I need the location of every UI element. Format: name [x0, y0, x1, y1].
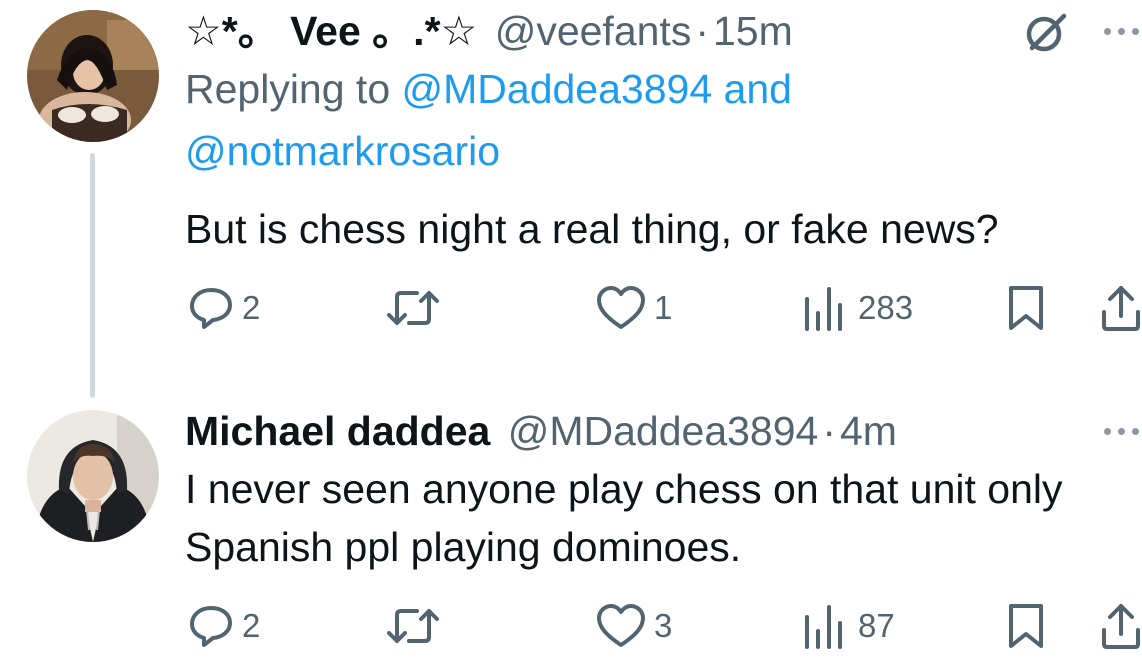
- views-count: 283: [858, 289, 914, 326]
- share-button[interactable]: [1100, 283, 1142, 333]
- views-icon: [805, 287, 842, 331]
- like-icon: [597, 604, 645, 647]
- reply-count: 2: [242, 289, 261, 326]
- views-icon: [805, 605, 842, 649]
- grok-icon[interactable]: [1020, 12, 1072, 52]
- like-count: 1: [654, 289, 673, 326]
- tweet-vee[interactable]: ☆*。 Vee 。.*☆ @veefants·15m Replying to @…: [0, 0, 1142, 400]
- thread-connector-line: [90, 153, 95, 398]
- avatar-michael-image: [27, 410, 159, 542]
- avatar-michael[interactable]: [27, 410, 159, 542]
- like-button[interactable]: 1: [596, 283, 672, 333]
- bookmark-button[interactable]: [1006, 601, 1046, 651]
- share-button[interactable]: [1100, 601, 1142, 651]
- reply-icon: [190, 606, 232, 647]
- replying-to-prefix: Replying to: [185, 66, 402, 112]
- mention-mdaddea[interactable]: @MDaddea3894: [402, 66, 713, 112]
- replying-to-and: and: [712, 66, 792, 112]
- like-button[interactable]: 3: [596, 601, 672, 651]
- share-icon: [1102, 604, 1140, 649]
- avatar-vee[interactable]: [27, 10, 159, 142]
- views-count: 87: [858, 607, 895, 644]
- retweet-button[interactable]: [385, 601, 449, 651]
- retweet-icon: [387, 291, 439, 325]
- retweet-button[interactable]: [385, 283, 449, 333]
- handle[interactable]: @MDaddea3894: [508, 408, 819, 454]
- more-icon[interactable]: [1102, 26, 1142, 38]
- tweet-header: Michael daddea @MDaddea3894·4m: [185, 406, 897, 456]
- timestamp[interactable]: 4m: [840, 408, 897, 454]
- timestamp[interactable]: 15m: [713, 8, 793, 54]
- action-bar: 2 3 87: [0, 601, 1142, 651]
- reply-icon: [190, 288, 232, 329]
- display-name[interactable]: Michael daddea: [185, 408, 490, 454]
- share-icon: [1102, 286, 1140, 331]
- reply-count: 2: [242, 607, 261, 644]
- separator: ·: [695, 8, 709, 54]
- retweet-icon: [387, 609, 439, 643]
- views-button[interactable]: 87: [802, 601, 895, 651]
- like-count: 3: [654, 607, 673, 644]
- action-bar: 2 1 283: [0, 283, 1142, 333]
- bookmark-icon: [1009, 286, 1043, 330]
- reply-button[interactable]: 2: [188, 601, 260, 651]
- bookmark-icon: [1009, 604, 1043, 648]
- reply-button[interactable]: 2: [188, 283, 260, 333]
- tweet-header: ☆*。 Vee 。.*☆ @veefants·15m: [185, 6, 793, 56]
- display-name[interactable]: ☆*。 Vee 。.*☆: [185, 8, 477, 54]
- handle[interactable]: @veefants: [495, 8, 692, 54]
- views-button[interactable]: 283: [802, 283, 913, 333]
- more-icon[interactable]: [1102, 426, 1142, 438]
- like-icon: [597, 286, 645, 329]
- replying-to: Replying to @MDaddea3894 and @notmarkros…: [185, 58, 1085, 182]
- avatar-vee-image: [27, 10, 159, 142]
- mention-notmarkrosario[interactable]: @notmarkrosario: [185, 128, 500, 174]
- tweet-michael[interactable]: Michael daddea @MDaddea3894·4m I never s…: [0, 400, 1142, 661]
- tweet-text: I never seen anyone play chess on that u…: [185, 466, 1063, 570]
- separator: ·: [822, 408, 836, 454]
- bookmark-button[interactable]: [1006, 283, 1046, 333]
- tweet-text: But is chess night a real thing, or fake…: [185, 206, 999, 252]
